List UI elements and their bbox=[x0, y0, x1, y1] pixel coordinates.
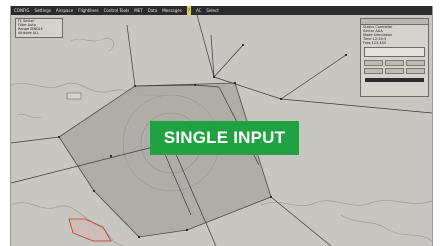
sector-info-panel[interactable]: FL Sector Filter Auto Range SINGLE Altit… bbox=[15, 18, 63, 38]
terrain-contour bbox=[70, 37, 114, 52]
panel-button-row bbox=[361, 67, 428, 75]
menu-control-tools[interactable]: Control Tools bbox=[104, 6, 130, 15]
menu-messages[interactable]: Messages bbox=[162, 6, 182, 15]
menu-ac[interactable]: AC bbox=[196, 6, 201, 15]
menu-met[interactable]: MET bbox=[134, 6, 142, 15]
panel-button[interactable] bbox=[385, 60, 404, 66]
panel-row: Altitude ALL bbox=[18, 31, 40, 35]
panel-button[interactable] bbox=[364, 60, 383, 66]
panel-display-box bbox=[364, 47, 425, 57]
panel-row: Freq 123.450 bbox=[363, 41, 387, 45]
radar-display[interactable]: CONFIG Settings Airspace Flightlines Con… bbox=[10, 6, 433, 246]
control-panel[interactable]: Status Controller Sector AAA Mode Simula… bbox=[360, 18, 429, 97]
terrain-contour bbox=[16, 113, 42, 119]
menu-flightlines[interactable]: Flightlines bbox=[78, 6, 98, 15]
map-label-box bbox=[66, 92, 82, 100]
single-input-banner: SINGLE INPUT bbox=[150, 121, 299, 155]
coastline bbox=[260, 200, 432, 206]
range-slider[interactable] bbox=[365, 78, 424, 82]
coastline bbox=[340, 214, 432, 242]
menu-data[interactable]: Data bbox=[148, 6, 158, 15]
menu-bar: CONFIG Settings Airspace Flightlines Con… bbox=[11, 6, 432, 15]
menu-select[interactable]: Select bbox=[206, 6, 218, 15]
panel-button[interactable] bbox=[364, 68, 383, 74]
menu-config[interactable]: CONFIG bbox=[14, 6, 30, 15]
panel-button[interactable] bbox=[406, 68, 425, 74]
panel-button[interactable] bbox=[385, 68, 404, 74]
menu-settings[interactable]: Settings bbox=[35, 6, 51, 15]
restricted-area bbox=[68, 218, 112, 242]
menu-airspace[interactable]: Airspace bbox=[56, 6, 73, 15]
menu-help[interactable]: ? bbox=[186, 6, 191, 15]
panel-button[interactable] bbox=[406, 60, 425, 66]
panel-button-row bbox=[361, 59, 428, 67]
sector-area bbox=[58, 82, 272, 238]
